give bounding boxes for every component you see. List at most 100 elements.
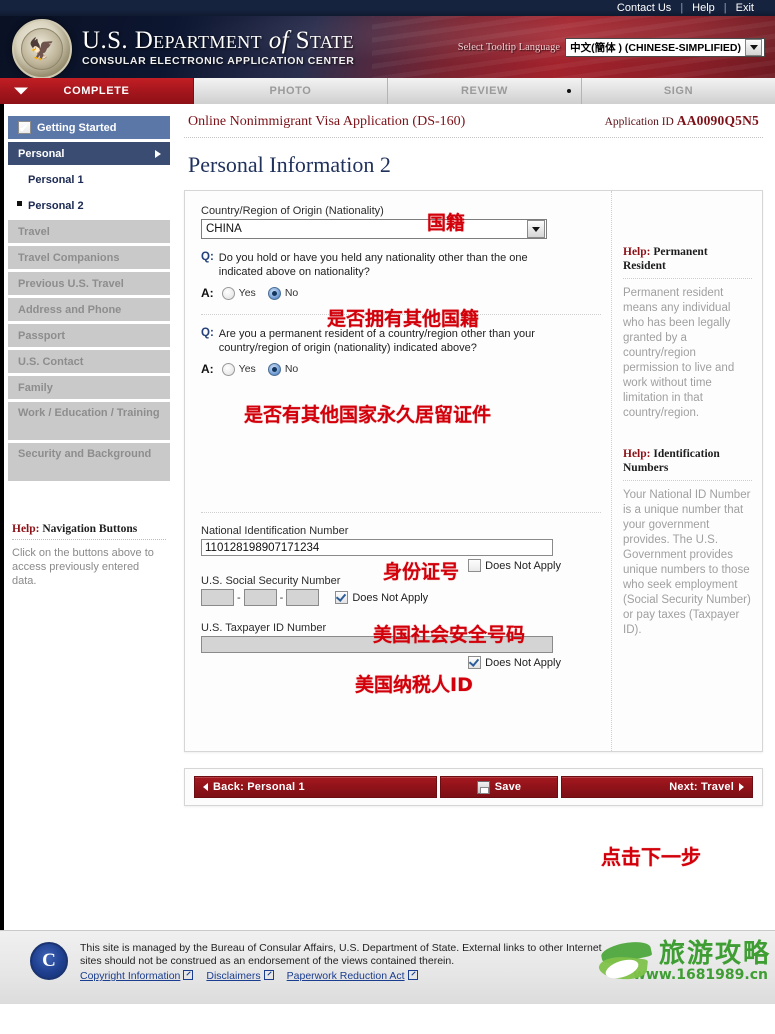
ssn-dash-1: - [237, 591, 241, 604]
triangle-right-icon [739, 783, 744, 791]
help-column: Help: Permanent Resident Permanent resid… [611, 191, 762, 751]
ssn-label: U.S. Social Security Number [201, 575, 341, 587]
page-footer-wrap: C This site is managed by the Bureau of … [0, 930, 775, 1034]
footer-text-line-2: sites should not be construed as an endo… [80, 955, 455, 967]
question-2: Q: Are you a permanent resident of a cou… [201, 327, 601, 355]
chevron-down-icon[interactable] [527, 220, 545, 238]
q1-radio-yes-label: Yes [238, 287, 256, 299]
sidebar-item-family-label: Family [18, 381, 53, 394]
taxpayer-does-not-apply-checkbox[interactable] [468, 656, 482, 669]
help-panel-1-title-prefix: Help: [623, 246, 651, 258]
help-column-spacer [612, 191, 762, 233]
contact-us-link[interactable]: Contact Us [608, 2, 680, 14]
disclaimers-link[interactable]: Disclaimers [206, 970, 274, 982]
copyright-information-label: Copyright Information [80, 970, 181, 982]
watermark-url: www.1681989.cn [632, 966, 768, 983]
sidebar-item-address-and-phone[interactable]: Address and Phone [8, 298, 170, 321]
application-id-value: AA0090Q5N5 [676, 113, 759, 128]
sidebar-item-travel-companions[interactable]: Travel Companions [8, 246, 170, 269]
footer-text-line-1: This site is managed by the Bureau of Co… [80, 942, 602, 954]
sidebar-help-title: Help: Navigation Buttons [12, 523, 166, 540]
sidebar-item-travel[interactable]: Travel [8, 220, 170, 243]
save-button[interactable]: Save [440, 776, 558, 798]
annotation-7: 点击下一步 [601, 845, 701, 869]
q1-radio-no[interactable] [267, 286, 281, 300]
q2-radio-yes[interactable] [221, 362, 235, 376]
back-button[interactable]: Back: Personal 1 [194, 776, 437, 798]
tab-sign[interactable]: SIGN [582, 78, 775, 104]
divider-2 [201, 512, 601, 513]
tooltip-language-label: Select Tooltip Language [457, 42, 561, 53]
sidebar-item-passport[interactable]: Passport [8, 324, 170, 347]
question-1-marker: Q: [201, 251, 214, 263]
sidebar-item-security-and-background-label: Security and Background [18, 448, 152, 460]
paperwork-reduction-act-label: Paperwork Reduction Act [286, 970, 405, 982]
watermark-text: 旅游攻略 www.1681989.cn [633, 940, 771, 983]
copyright-information-link[interactable]: Copyright Information [80, 970, 194, 982]
footer-text: This site is managed by the Bureau of Co… [80, 942, 602, 968]
floppy-disk-icon [476, 780, 490, 794]
ssn-part-1-input[interactable] [201, 589, 234, 606]
nationality-label: Country/Region of Origin (Nationality) [201, 205, 384, 217]
page-title: Personal Information 2 [188, 152, 391, 177]
help-panel-2-title: Help: Identification Numbers [623, 447, 752, 481]
ssn-part-3-input[interactable] [286, 589, 320, 606]
square-bullet-icon [17, 201, 22, 206]
q1-radio-yes[interactable] [221, 286, 235, 300]
tab-sign-label: SIGN [663, 85, 694, 97]
footer-bottom-space [0, 1004, 775, 1034]
sidebar-item-us-contact[interactable]: U.S. Contact [8, 350, 170, 373]
tab-review-label: REVIEW [461, 85, 508, 97]
paperwork-reduction-act-link[interactable]: Paperwork Reduction Act [287, 970, 418, 982]
answer-1-marker: A: [201, 286, 214, 300]
national-id-dna-row: Does Not Apply [201, 559, 561, 572]
national-id-input[interactable]: 110128198907171234 [201, 539, 553, 556]
application-title: Online Nonimmigrant Visa Application (DS… [188, 114, 466, 129]
watermark-leaf-icon [597, 937, 655, 983]
ssn-does-not-apply-checkbox[interactable] [335, 591, 349, 604]
q1-radio-no-label: No [284, 287, 299, 299]
sidebar-item-family[interactable]: Family [8, 376, 170, 399]
sidebar-item-us-contact-label: U.S. Contact [18, 355, 84, 368]
external-link-icon [183, 970, 194, 980]
ssn-part-2-input[interactable] [243, 589, 277, 606]
sidebar-item-previous-us-travel[interactable]: Previous U.S. Travel [8, 272, 170, 295]
application-id-label: Application ID [604, 116, 674, 128]
tab-photo[interactable]: PHOTO [194, 78, 388, 104]
national-id-does-not-apply-checkbox[interactable] [468, 559, 482, 572]
exit-link[interactable]: Exit [727, 2, 763, 14]
question-1: Q: Do you hold or have you held any nati… [201, 251, 601, 279]
chevron-down-icon[interactable] [745, 39, 762, 56]
sidebar-item-address-and-phone-label: Address and Phone [18, 303, 122, 316]
help-link[interactable]: Help [683, 2, 724, 14]
sidebar-item-security-and-background[interactable]: Security and Background [8, 443, 170, 481]
sidebar-item-getting-started[interactable]: ✔ Getting Started [8, 116, 170, 139]
sidebar-item-personal[interactable]: Personal [8, 142, 170, 165]
tab-complete[interactable]: COMPLETE [0, 78, 194, 104]
footer-content: This site is managed by the Bureau of Co… [80, 942, 602, 982]
sidebar-help-panel: Help: Navigation Buttons Click on the bu… [12, 523, 166, 588]
site-title-of: of [268, 27, 289, 54]
national-id-label: National Identification Number [201, 525, 349, 537]
site-title-part-a: U.S. Department [82, 27, 263, 54]
help-panel-permanent-resident: Help: Permanent Resident Permanent resid… [612, 233, 762, 435]
sidebar-item-passport-label: Passport [18, 329, 66, 342]
sidebar-item-personal-2[interactable]: Personal 2 [8, 194, 170, 217]
taxpayer-does-not-apply-label: Does Not Apply [485, 656, 561, 669]
sidebar-item-personal-1[interactable]: Personal 1 [8, 168, 170, 191]
sidebar-item-travel-label: Travel [18, 225, 50, 238]
nationality-select[interactable]: CHINA [201, 219, 547, 239]
tab-complete-label: COMPLETE [63, 85, 130, 97]
tab-photo-label: PHOTO [269, 85, 312, 97]
national-id-does-not-apply-label: Does Not Apply [485, 559, 561, 572]
disclaimers-label: Disclaimers [206, 970, 261, 982]
annotation-1: 国籍 [427, 212, 466, 234]
tab-review[interactable]: REVIEW [388, 78, 582, 104]
annotation-3: 是否有其他国家永久居留证件 [244, 404, 492, 426]
footer-links: Copyright Information Disclaimers Paperw… [80, 970, 602, 982]
sidebar-item-personal-label: Personal [18, 147, 65, 160]
tooltip-language-select[interactable]: 中文(簡体 ) (CHINESE-SIMPLIFIED) [565, 38, 765, 57]
q2-radio-no[interactable] [267, 362, 281, 376]
sidebar-item-work-education-training[interactable]: Work / Education / Training [8, 402, 170, 440]
next-button[interactable]: Next: Travel [561, 776, 753, 798]
